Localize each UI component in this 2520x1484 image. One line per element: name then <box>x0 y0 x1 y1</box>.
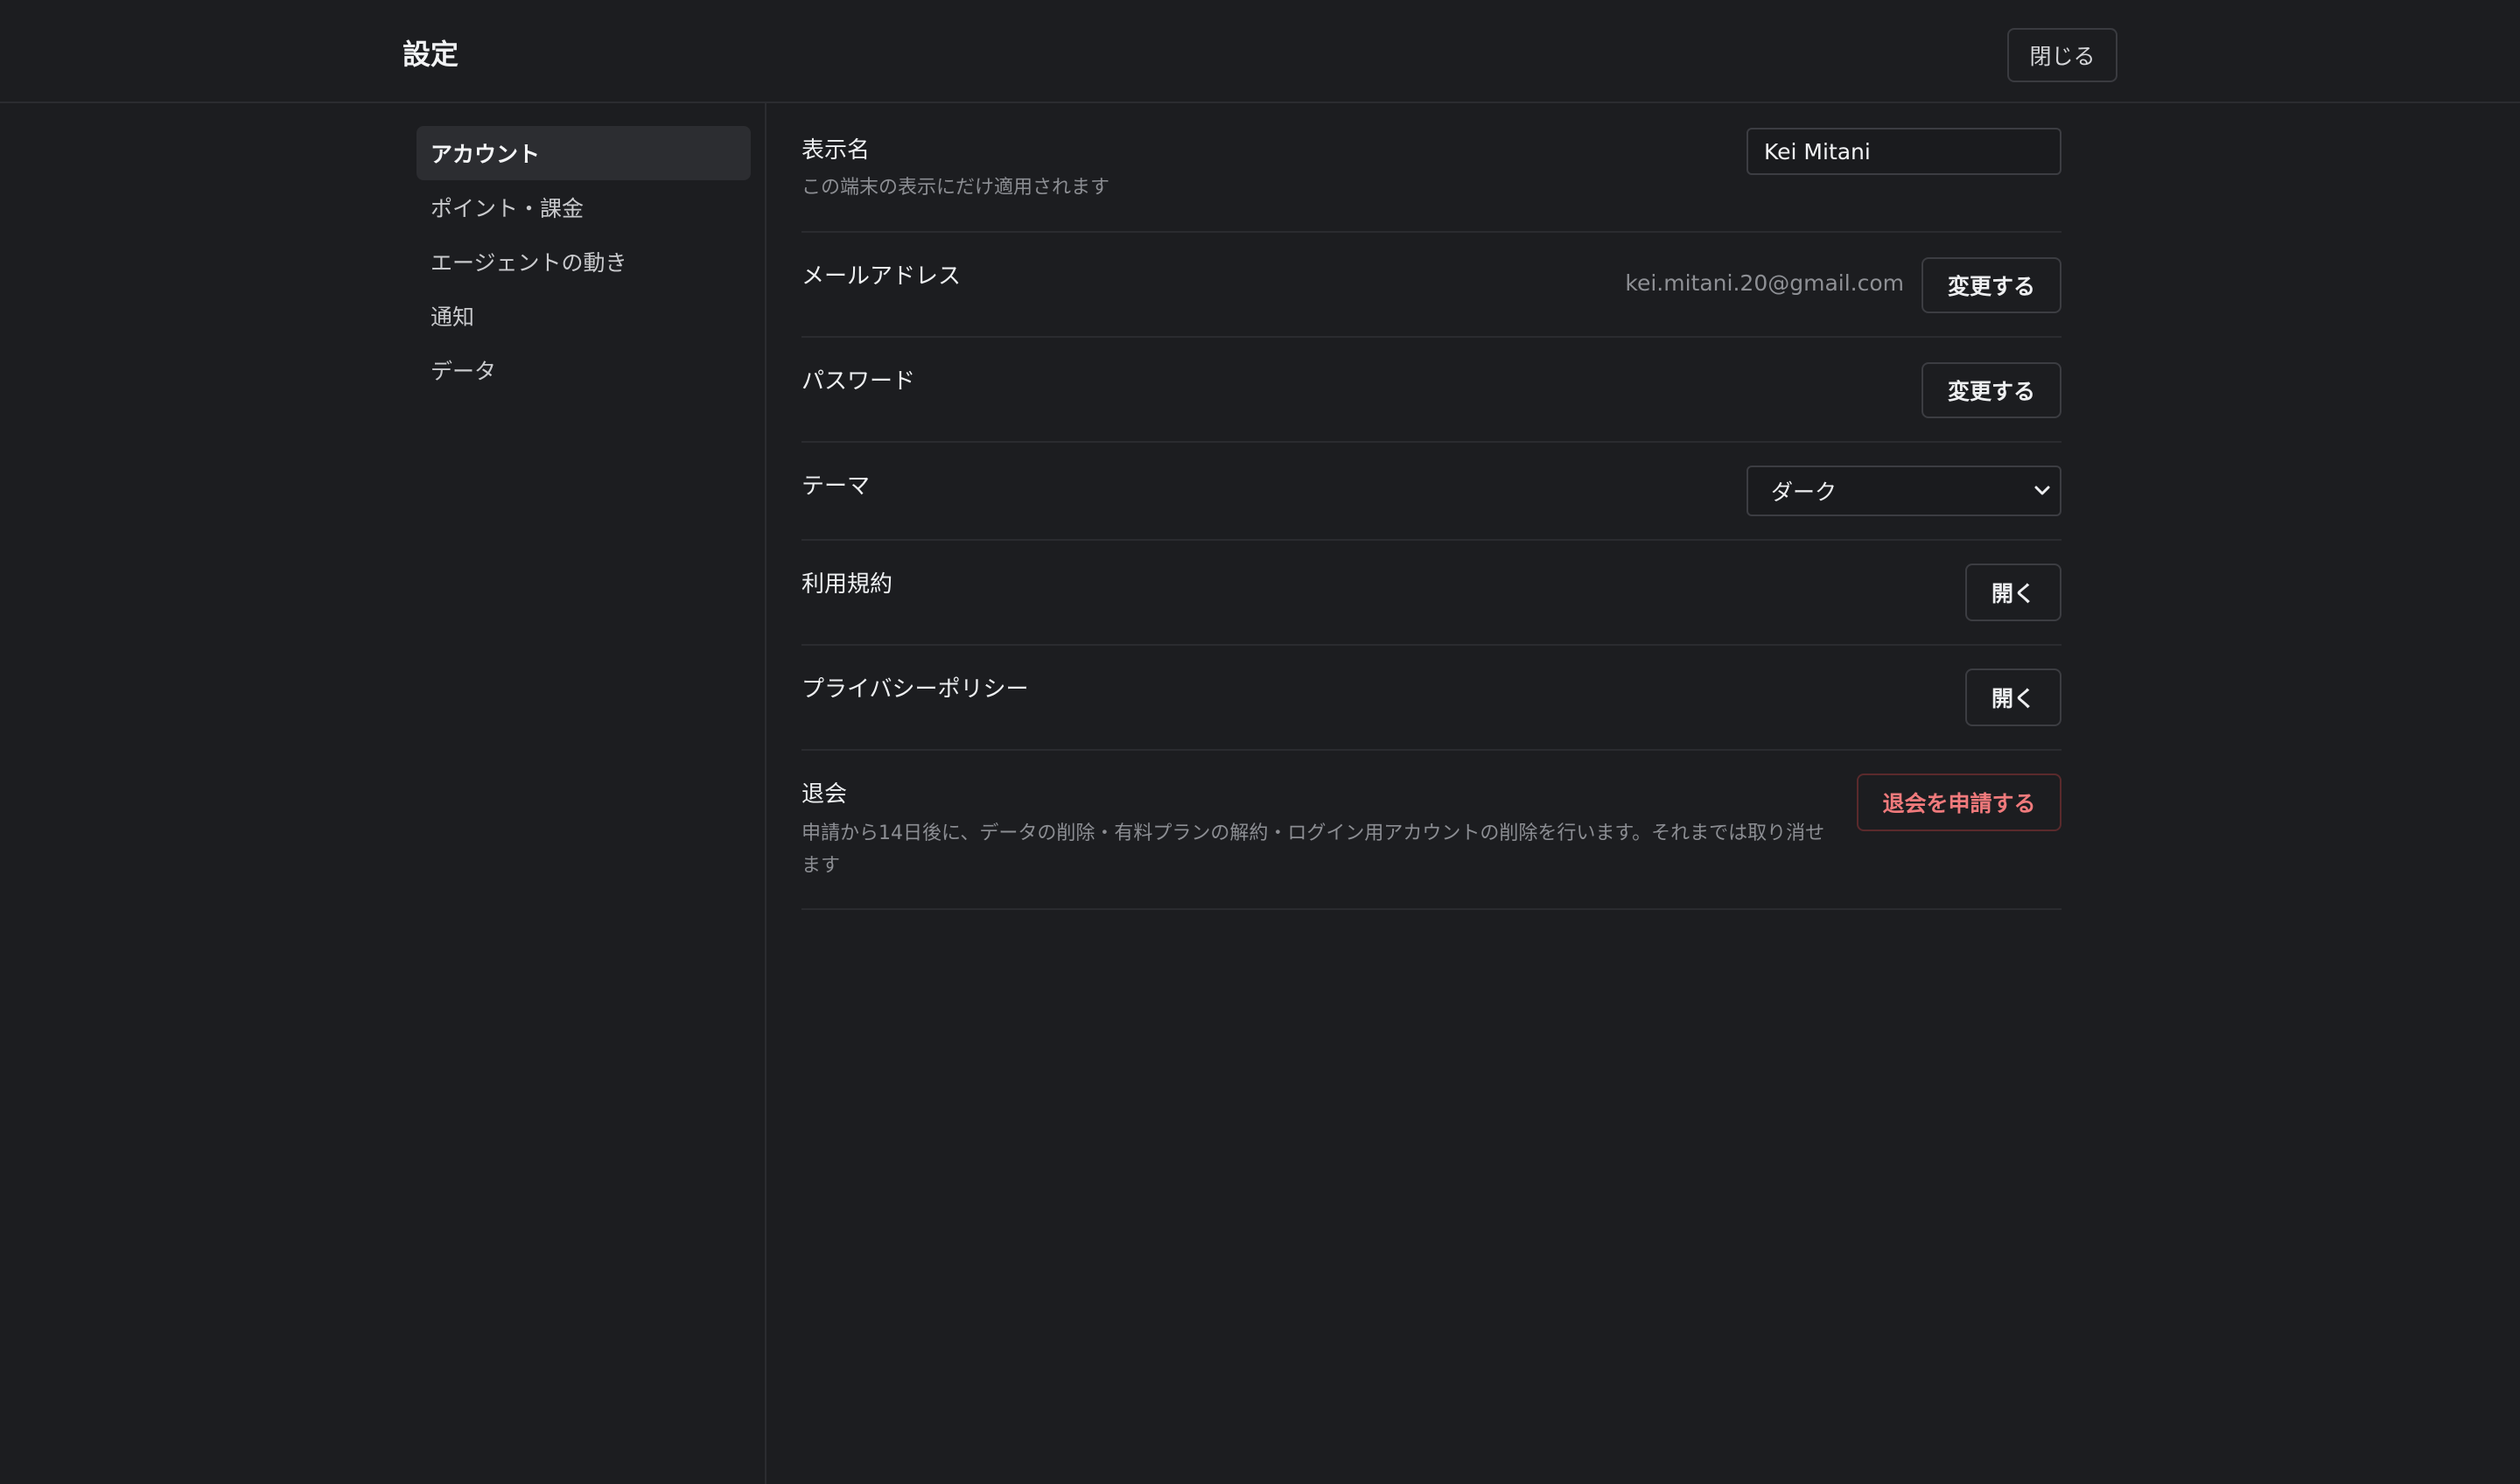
email-label: メールアドレス <box>802 263 962 290</box>
change-password-button[interactable]: 変更する <box>1922 362 2062 418</box>
terms-row: 利用規約 開く <box>802 541 2062 646</box>
header-bar: 設定 閉じる <box>0 0 2520 103</box>
privacy-row: プライバシーポリシー 開く <box>802 646 2062 751</box>
sidebar-item-notifications[interactable]: 通知 <box>416 289 751 343</box>
change-email-button[interactable]: 変更する <box>1922 257 2062 313</box>
withdraw-request-button[interactable]: 退会を申請する <box>1857 774 2062 831</box>
email-row: メールアドレス kei.mitani.20@gmail.com 変更する <box>802 233 2062 338</box>
open-privacy-button[interactable]: 開く <box>1965 668 2062 726</box>
theme-label: テーマ <box>802 473 871 500</box>
close-button[interactable]: 閉じる <box>2007 28 2118 82</box>
theme-row: テーマ ダーク <box>802 443 2062 541</box>
page-title: 設定 <box>402 38 459 71</box>
display-name-label: 表示名 <box>802 137 871 164</box>
password-row: パスワード 変更する <box>802 338 2062 443</box>
sidebar-item-points-billing[interactable]: ポイント・課金 <box>416 180 751 234</box>
sidebar-item-account[interactable]: アカウント <box>416 126 751 180</box>
display-name-row: 表示名 この端末の表示にだけ適用されます <box>802 128 2062 233</box>
chevron-down-icon <box>2034 486 2050 495</box>
sidebar-item-agent-behavior[interactable]: エージェントの動き <box>416 234 751 289</box>
privacy-label: プライバシーポリシー <box>802 676 1029 703</box>
sidebar: アカウント ポイント・課金 エージェントの動き 通知 データ <box>0 103 766 1484</box>
display-name-description: この端末の表示にだけ適用されます <box>802 177 1110 199</box>
withdraw-description: 申請から14日後に、データの削除・有料プランの解約・ログイン用アカウントの削除を… <box>802 822 1825 877</box>
sidebar-item-data[interactable]: データ <box>416 343 751 397</box>
theme-select-value: ダーク <box>1771 480 1838 505</box>
email-value: kei.mitani.20@gmail.com <box>1625 270 1904 296</box>
password-label: パスワード <box>802 368 916 395</box>
withdraw-label: 退会 <box>802 781 848 808</box>
open-terms-button[interactable]: 開く <box>1965 564 2062 621</box>
display-name-input[interactable] <box>1746 128 2062 175</box>
theme-select[interactable]: ダーク <box>1746 466 2062 516</box>
terms-label: 利用規約 <box>802 571 893 598</box>
withdraw-row: 退会 申請から14日後に、データの削除・有料プランの解約・ログイン用アカウントの… <box>802 751 2062 910</box>
